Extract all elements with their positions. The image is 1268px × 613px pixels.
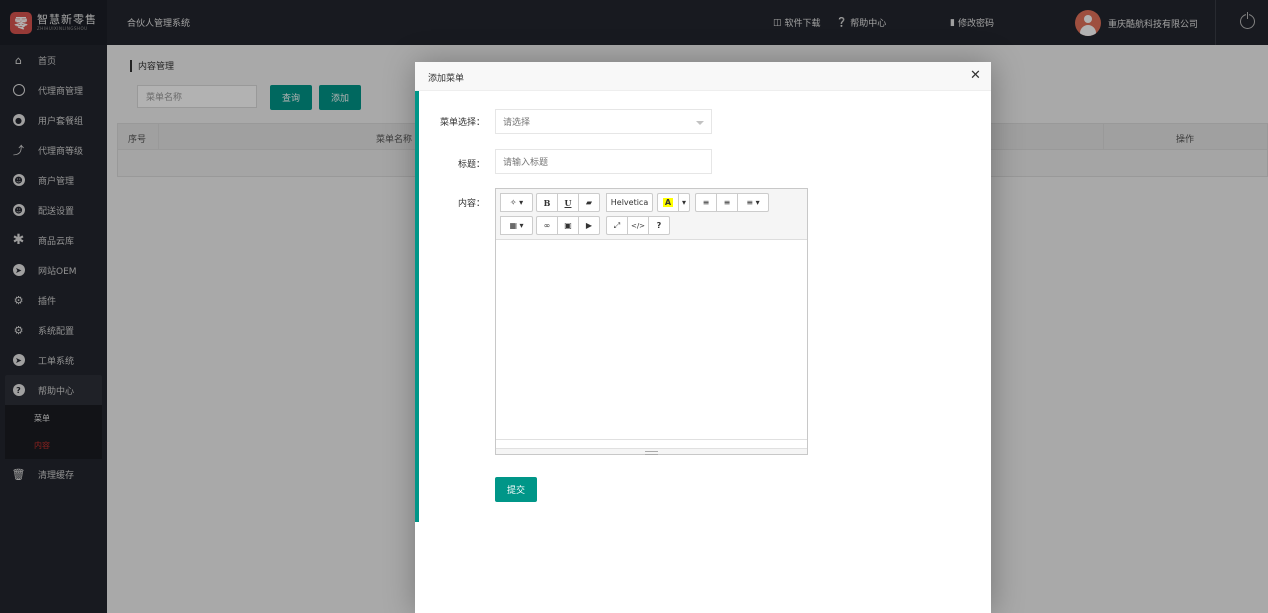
dialog-header: 添加菜单 ✕	[415, 62, 991, 91]
rich-text-editor: ✧ ▾ B U ▰ Helvetica A ▾ ≡ ≡ ≡ ▾ ▦ ▾ ∞ ▣ …	[495, 188, 808, 455]
align-dropdown-button[interactable]: ≡ ▾	[737, 193, 769, 212]
submit-button[interactable]: 提交	[495, 477, 537, 502]
bullet-list-icon[interactable]: ≡	[695, 193, 717, 212]
close-icon[interactable]: ✕	[970, 69, 981, 82]
font-family-button[interactable]: Helvetica	[606, 193, 653, 212]
dialog-title: 添加菜单	[428, 74, 465, 84]
eraser-icon[interactable]: ▰	[578, 193, 600, 212]
video-icon[interactable]: ▶	[578, 216, 600, 235]
bold-button[interactable]: B	[536, 193, 558, 212]
add-menu-dialog: 添加菜单 ✕ 菜单选择： 请选择 标题： 请输入标题 内容： ✧ ▾ B U ▰…	[415, 62, 991, 613]
image-icon[interactable]: ▣	[557, 216, 579, 235]
underline-button[interactable]: U	[557, 193, 579, 212]
magic-style-button[interactable]: ✧ ▾	[500, 193, 533, 212]
editor-resize-handle[interactable]	[496, 448, 807, 455]
content-label: 内容：	[457, 199, 485, 209]
title-input[interactable]: 请输入标题	[495, 149, 712, 174]
chevron-down-icon	[696, 121, 704, 125]
ordered-list-icon[interactable]: ≡	[716, 193, 738, 212]
code-view-icon[interactable]: </>	[627, 216, 649, 235]
menu-select[interactable]: 请选择	[495, 109, 712, 134]
fullscreen-icon[interactable]: ⤢	[606, 216, 628, 235]
link-icon[interactable]: ∞	[536, 216, 558, 235]
dialog-accent-bar	[415, 91, 419, 522]
editor-content-area[interactable]	[496, 240, 807, 440]
color-dropdown-button[interactable]: ▾	[678, 193, 690, 212]
menu-select-label: 菜单选择：	[439, 118, 485, 128]
help-icon[interactable]: ?	[648, 216, 670, 235]
editor-toolbar: ✧ ▾ B U ▰ Helvetica A ▾ ≡ ≡ ≡ ▾ ▦ ▾ ∞ ▣ …	[496, 189, 807, 240]
title-label: 标题：	[457, 160, 485, 170]
highlight-color-button[interactable]: A	[657, 193, 679, 212]
table-icon[interactable]: ▦ ▾	[500, 216, 533, 235]
